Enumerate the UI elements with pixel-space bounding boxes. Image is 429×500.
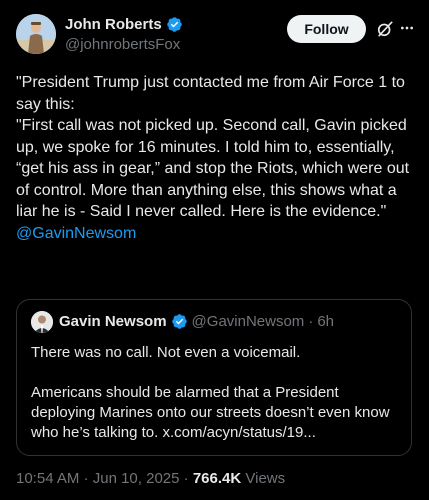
author-avatar[interactable] — [16, 14, 56, 54]
quoted-author-avatar[interactable] — [31, 311, 53, 333]
tweet-text: "President Trump just contacted me from … — [16, 72, 414, 244]
author-name[interactable]: John Roberts — [65, 16, 162, 33]
quoted-author-handle[interactable]: @GavinNewsom — [192, 313, 305, 330]
quoted-tweet[interactable]: Gavin Newsom @GavinNewsom · 6h There was… — [16, 299, 412, 456]
follow-button[interactable]: Follow — [287, 15, 366, 43]
views-count: 766.4K — [192, 470, 242, 487]
quoted-author-name[interactable]: Gavin Newsom — [59, 313, 167, 330]
quoted-paragraph-1: There was no call. Not even a voicemail. — [31, 344, 301, 361]
quoted-paragraph-2: Americans should be alarmed that a Presi… — [31, 384, 390, 441]
quoted-separator: · — [308, 313, 314, 330]
meta-separator-2: · — [183, 470, 189, 487]
tweet-header: John Roberts @johnrobertsFox Follow — [0, 0, 429, 64]
quoted-time[interactable]: 6h — [317, 313, 334, 330]
meta-separator-1: · — [83, 470, 89, 487]
tweet-date[interactable]: Jun 10, 2025 — [93, 470, 180, 487]
quoted-text: There was no call. Not even a voicemail.… — [31, 343, 401, 443]
mention-link[interactable]: @GavinNewsom — [16, 225, 136, 242]
quoted-header: Gavin Newsom @GavinNewsom · 6h — [59, 313, 334, 330]
grok-icon[interactable] — [375, 19, 395, 39]
author-name-row: John Roberts — [65, 16, 183, 33]
more-icon[interactable] — [399, 20, 415, 36]
author-handle[interactable]: @johnrobertsFox — [65, 36, 180, 53]
tweet-time[interactable]: 10:54 AM — [16, 470, 79, 487]
tweet-meta: 10:54 AM · Jun 10, 2025 · 766.4K Views — [16, 470, 285, 487]
tweet-body: "President Trump just contacted me from … — [16, 74, 410, 220]
views-label: Views — [245, 470, 286, 487]
verified-badge-icon — [166, 17, 182, 32]
quoted-verified-badge-icon — [171, 314, 187, 329]
